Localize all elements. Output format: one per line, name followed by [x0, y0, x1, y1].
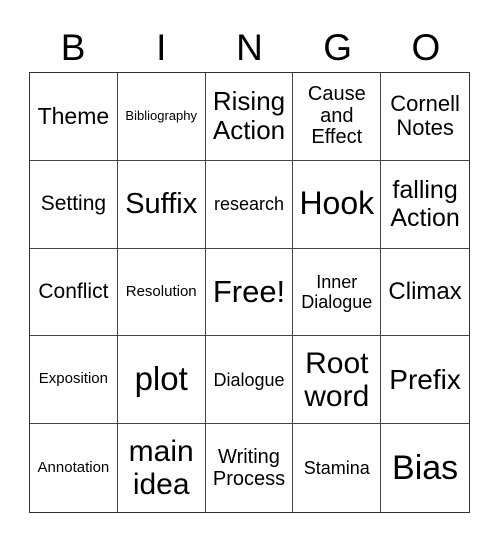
bingo-cell[interactable]: Climax — [381, 249, 469, 337]
bingo-cell[interactable]: Stamina — [293, 424, 382, 512]
bingo-cell[interactable]: Exposition — [30, 336, 118, 425]
header-letter-b: B — [60, 27, 86, 68]
bingo-cell[interactable]: Inner Dialogue — [293, 248, 382, 337]
bingo-cell[interactable]: Theme — [30, 73, 118, 161]
bingo-cell[interactable]: plot — [117, 336, 206, 425]
bingo-cell[interactable]: falling Action — [381, 161, 469, 249]
header-letter-o: O — [411, 27, 441, 68]
bingo-cell[interactable]: Conflict — [30, 248, 118, 337]
bingo-cell[interactable]: Cause and Effect — [293, 73, 382, 161]
bingo-cell[interactable]: main idea — [118, 424, 206, 512]
bingo-cell[interactable]: Cornell Notes — [381, 73, 469, 161]
bingo-cell[interactable]: Resolution — [117, 248, 206, 337]
header-letter-i: I — [156, 27, 167, 68]
bingo-cell[interactable]: Annotation — [30, 424, 118, 512]
bingo-cell[interactable]: Bibliography — [117, 73, 206, 161]
bingo-cell[interactable]: Dialogue — [205, 336, 294, 425]
bingo-cell[interactable]: Prefix — [381, 336, 469, 425]
bingo-header: B I N G O — [29, 24, 470, 72]
bingo-cell[interactable]: Suffix — [117, 160, 206, 249]
bingo-cell-free[interactable]: Free! — [205, 248, 294, 337]
bingo-board: Theme Bibliography Rising Action Cause a… — [29, 72, 470, 513]
header-letter-n: N — [236, 27, 263, 68]
bingo-cell[interactable]: research — [205, 160, 294, 249]
bingo-cell[interactable]: Root word — [293, 336, 382, 425]
bingo-cell[interactable]: Writing Process — [206, 424, 294, 512]
header-letter-g: G — [323, 27, 353, 68]
bingo-cell[interactable]: Rising Action — [205, 73, 294, 161]
bingo-cell[interactable]: Setting — [30, 160, 118, 249]
bingo-cell[interactable]: Hook — [293, 160, 382, 249]
bingo-cell[interactable]: Bias — [381, 424, 469, 512]
